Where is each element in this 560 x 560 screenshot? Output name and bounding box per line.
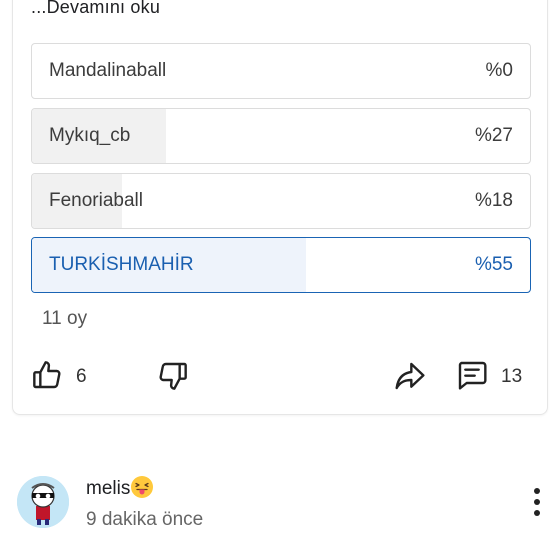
more-dot <box>534 510 540 516</box>
share-button[interactable] <box>394 361 426 391</box>
like-count: 6 <box>76 366 87 387</box>
thumbs-down-icon <box>159 362 187 390</box>
comments-button[interactable] <box>456 359 488 391</box>
comment-username-text: melis <box>86 478 131 499</box>
poll-option-label: TURKİSHMAHİR <box>49 254 194 275</box>
poll-option-label: Mandalinaball <box>49 60 167 81</box>
poll-option-label: Fenoriaball <box>49 190 143 211</box>
poll-vote-count: 11 oy <box>42 308 88 329</box>
avatar[interactable] <box>17 476 69 528</box>
comment-icon <box>458 361 487 390</box>
comment-timestamp: 9 dakika önce <box>86 509 204 530</box>
poll-option-percent: %55 <box>474 254 513 275</box>
like-button[interactable] <box>31 359 63 391</box>
read-more-link[interactable]: ...Devamını oku <box>31 0 160 18</box>
more-dot <box>534 488 540 494</box>
poll-option-percent: %27 <box>474 125 513 146</box>
poll-option-fenoriaball[interactable]: Fenoriaball %18 <box>31 173 531 229</box>
thumbs-up-icon <box>33 361 61 389</box>
poll-option-label: Mykıq_cb <box>49 125 131 146</box>
poll-option-percent: %18 <box>474 190 513 211</box>
share-icon <box>395 362 425 390</box>
dislike-button[interactable] <box>157 360 189 392</box>
poll-option-mandalinaball[interactable]: Mandalinaball %0 <box>31 43 531 99</box>
avatar-image <box>17 476 69 528</box>
poll-option-turkishmahir[interactable]: TURKİSHMAHİR %55 <box>31 237 531 293</box>
more-options-button[interactable] <box>530 486 544 520</box>
more-dot <box>534 499 540 505</box>
comment-username[interactable]: melis <box>86 476 154 500</box>
squinting-tongue-emoji-icon <box>131 476 154 498</box>
poll-option-percent: %0 <box>485 60 513 81</box>
poll-option-mykiq-cb[interactable]: Mykıq_cb %27 <box>31 108 531 164</box>
comment-count: 13 <box>501 366 523 387</box>
